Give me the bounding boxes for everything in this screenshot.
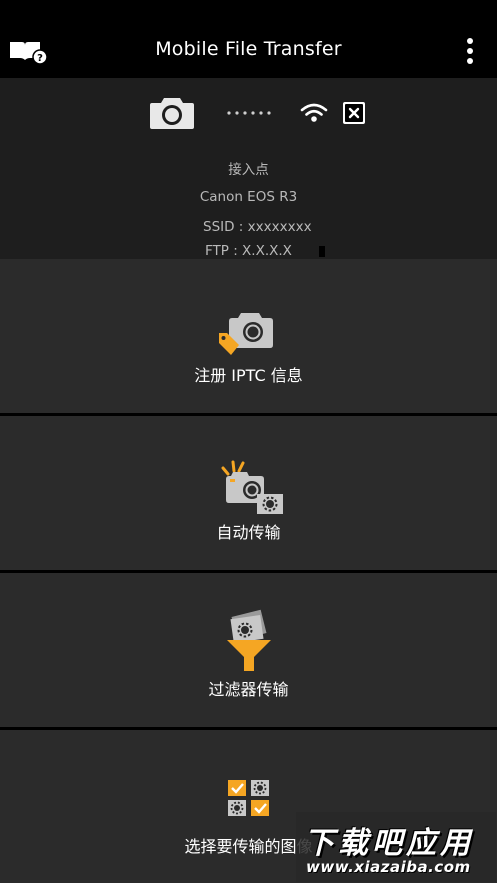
- iptc-camera-tag-icon: [219, 313, 273, 355]
- more-menu-button[interactable]: [458, 36, 482, 68]
- app-title: Mobile File Transfer: [155, 38, 342, 60]
- tile-label: 注册 IPTC 信息: [194, 366, 303, 385]
- top-bar: ? Mobile File Transfer: [0, 0, 497, 78]
- camera-model: Canon EOS R3: [199, 189, 298, 205]
- tile-label: 自动传输: [216, 523, 281, 542]
- select-images-grid-icon: [228, 780, 269, 816]
- watermark-line2: www.xiazaiba.com: [306, 858, 471, 876]
- tile-label: 过滤器传输: [208, 680, 289, 699]
- auto-transfer-tile[interactable]: 自动传输: [0, 416, 497, 570]
- register-iptc-tile[interactable]: 注册 IPTC 信息: [0, 259, 497, 413]
- filter-transfer-icon: [227, 609, 271, 671]
- more-vertical-icon: [467, 38, 473, 64]
- watermark: 下载吧应用 www.xiazaiba.com: [296, 812, 496, 882]
- connection-dots: [227, 111, 271, 115]
- wifi-icon: [300, 103, 328, 122]
- auto-transfer-camera-icon: [221, 460, 283, 514]
- access-point-label: 接入点: [228, 162, 269, 178]
- ftp-text: FTP : X.X.X.X: [205, 243, 292, 259]
- filter-transfer-tile[interactable]: 过滤器传输: [0, 573, 497, 727]
- ssid-text: SSID : xxxxxxxx: [203, 219, 312, 235]
- camera-icon: [150, 98, 194, 129]
- close-icon[interactable]: [342, 101, 366, 125]
- watermark-line1: 下载吧应用: [304, 826, 474, 861]
- redaction-mark: [319, 246, 325, 257]
